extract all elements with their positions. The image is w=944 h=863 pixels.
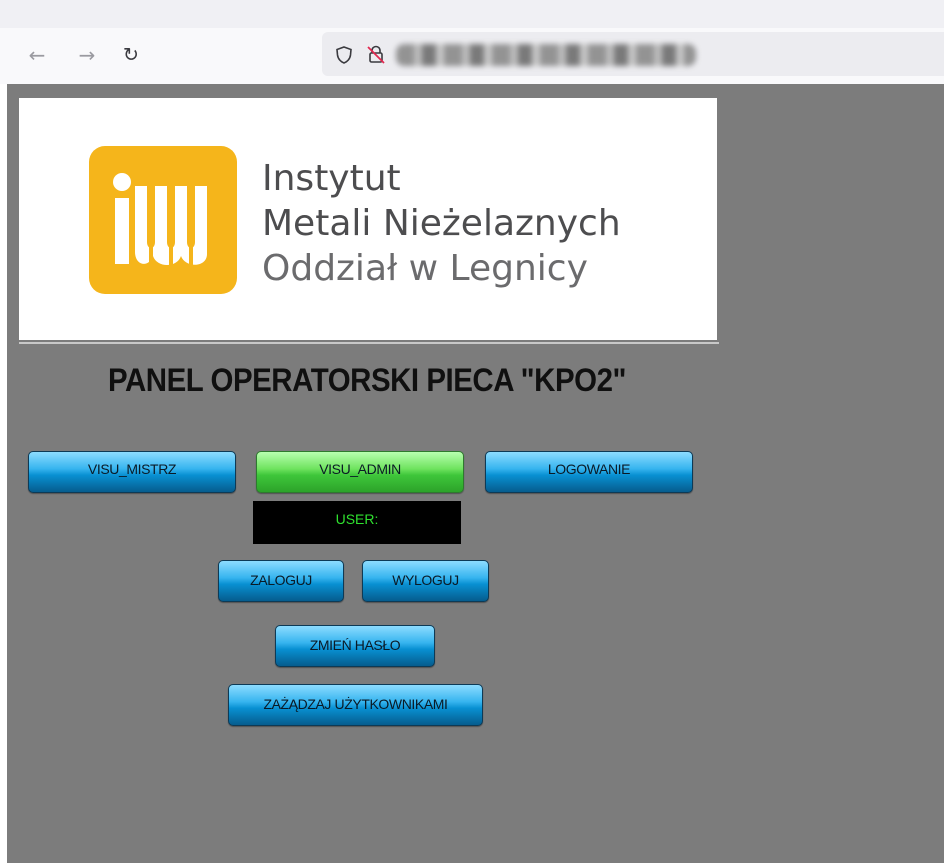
- url-text-redacted[interactable]: [396, 44, 696, 66]
- visu-mistrz-button[interactable]: VISU_MISTRZ: [28, 451, 236, 493]
- iwm-logo-mark: [89, 146, 237, 294]
- browser-toolbar: ← → ↻: [0, 0, 944, 84]
- institute-line-2: Metali Nieżelaznych: [262, 203, 621, 244]
- manage-users-button[interactable]: ZAŻĄDZAJ UŻYTKOWNIKAMI: [228, 684, 483, 726]
- lock-insecure-icon[interactable]: [366, 44, 386, 64]
- arrow-right-icon[interactable]: →: [74, 42, 100, 68]
- wyloguj-button[interactable]: WYLOGUJ: [362, 560, 489, 602]
- iwm-logo-glyph: [113, 173, 207, 266]
- hmi-panel: Instytut Metali Nieżelaznych Oddział w L…: [7, 84, 944, 863]
- zaloguj-button[interactable]: ZALOGUJ: [218, 560, 344, 602]
- current-user-display: USER:: [253, 501, 461, 544]
- change-password-button[interactable]: ZMIEŃ HASŁO: [275, 625, 435, 667]
- institute-name: Instytut Metali Nieżelaznych Oddział w L…: [262, 156, 621, 291]
- window-edge: [0, 84, 7, 863]
- logo-banner: Instytut Metali Nieżelaznych Oddział w L…: [19, 98, 717, 340]
- tab-strip: [0, 0, 944, 28]
- panel-title: PANEL OPERATORSKI PIECA "KPO2": [108, 362, 626, 398]
- institute-line-1: Instytut: [262, 158, 401, 199]
- banner-divider: [19, 342, 719, 344]
- reload-icon[interactable]: ↻: [118, 42, 144, 68]
- shield-icon[interactable]: [336, 46, 352, 64]
- visu-admin-button[interactable]: VISU_ADMIN: [256, 451, 464, 493]
- logowanie-button[interactable]: LOGOWANIE: [485, 451, 693, 493]
- arrow-left-icon[interactable]: ←: [24, 42, 50, 68]
- institute-line-3: Oddział w Legnicy: [262, 248, 588, 289]
